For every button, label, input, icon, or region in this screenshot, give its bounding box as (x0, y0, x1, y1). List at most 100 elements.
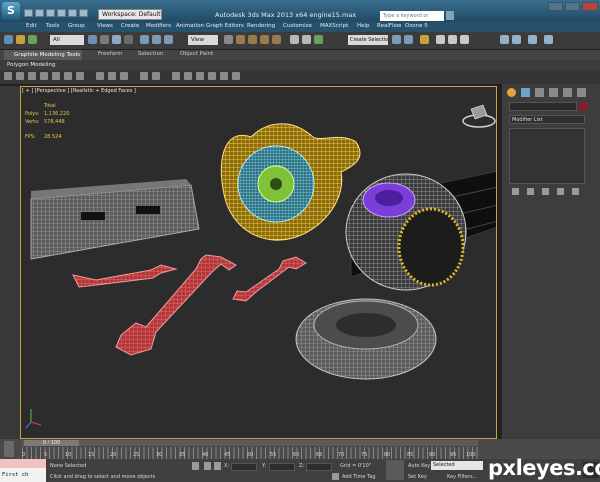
select-by-name-icon[interactable] (100, 35, 109, 44)
ribbon-tool-icon[interactable] (120, 72, 128, 80)
menu-realflow[interactable]: RealFlow (377, 23, 401, 29)
isolate-icon[interactable] (204, 462, 211, 470)
minimize-button[interactable] (548, 2, 563, 11)
move-icon[interactable] (140, 35, 149, 44)
remove-modifier-icon[interactable] (557, 188, 564, 195)
ribbon-tool-icon[interactable] (4, 72, 12, 80)
z-coordinate-field[interactable] (306, 463, 332, 471)
wrench-small[interactable] (72, 264, 178, 288)
time-tag-icon[interactable] (332, 473, 339, 480)
hold-icon[interactable] (79, 9, 88, 17)
selection-set-dropdown[interactable]: Create Selection Se (348, 35, 388, 45)
menu-modifiers[interactable]: Modifiers (146, 23, 171, 29)
y-coordinate-field[interactable] (269, 463, 295, 471)
render-icon[interactable] (528, 35, 537, 44)
x-coordinate-field[interactable] (231, 463, 257, 471)
auto-key-button[interactable]: Auto Key (408, 463, 430, 469)
spinner-snap-icon[interactable] (272, 35, 281, 44)
make-unique-icon[interactable] (542, 188, 549, 195)
modify-tab-icon[interactable] (521, 88, 530, 97)
ribbon-tool-icon[interactable] (64, 72, 72, 80)
menu-group[interactable]: Group (68, 23, 85, 29)
set-key-button[interactable]: Set Key (408, 474, 427, 480)
undo-tool-icon[interactable] (4, 35, 13, 44)
angle-snap-icon[interactable] (248, 35, 257, 44)
ribbon-tool-icon[interactable] (28, 72, 36, 80)
intake-rail-object[interactable] (30, 179, 200, 260)
polygon-modeling-panel[interactable]: Polygon Modeling (0, 60, 600, 70)
tab-selection[interactable]: Selection (138, 51, 163, 57)
shirt-icon[interactable] (172, 72, 180, 80)
turbocharger-object[interactable] (220, 123, 361, 241)
rotate-icon[interactable] (152, 35, 161, 44)
workspace-dropdown[interactable]: Workspace: Default (98, 9, 162, 20)
percent-snap-icon[interactable] (260, 35, 269, 44)
menu-edit[interactable]: Edit (26, 23, 37, 29)
mirror-icon[interactable] (290, 35, 299, 44)
link-icon[interactable] (16, 35, 25, 44)
ribbon-tool-icon[interactable] (16, 72, 24, 80)
configure-sets-icon[interactable] (572, 188, 579, 195)
utilities-tab-icon[interactable] (577, 88, 586, 97)
new-file-icon[interactable] (24, 9, 33, 17)
ribbon-tool-icon[interactable] (52, 72, 60, 80)
absolute-mode-icon[interactable] (214, 462, 221, 470)
menu-views[interactable]: Views (97, 23, 113, 29)
region-select-icon[interactable] (112, 35, 121, 44)
unlink-icon[interactable] (28, 35, 37, 44)
vray-icon[interactable] (500, 35, 509, 44)
window-crossing-icon[interactable] (124, 35, 133, 44)
menu-graph-editors[interactable]: Graph Editors (206, 23, 244, 29)
show-end-result-icon[interactable] (527, 188, 534, 195)
menu-tools[interactable]: Tools (46, 23, 60, 29)
modifier-stack[interactable] (509, 128, 585, 184)
ribbon-tool-icon[interactable] (152, 72, 160, 80)
wrench-medium[interactable] (232, 256, 307, 302)
close-button[interactable] (582, 2, 598, 11)
pin-stack-icon[interactable] (512, 188, 519, 195)
snap-icon[interactable] (236, 35, 245, 44)
set-key-big-icon[interactable] (386, 460, 404, 480)
menu-maxscript[interactable]: MAXScript (320, 23, 348, 29)
object-color-swatch[interactable] (579, 102, 587, 111)
material-editor-icon[interactable] (420, 35, 429, 44)
pulley-object[interactable] (295, 298, 437, 380)
open-file-icon[interactable] (35, 9, 44, 17)
app-logo-icon[interactable]: S (2, 2, 20, 20)
render-frame-icon[interactable] (448, 35, 457, 44)
key-mode-dropdown[interactable]: Selected (431, 461, 483, 470)
ribbon-tool-icon[interactable] (208, 72, 216, 80)
redo-icon[interactable] (68, 9, 77, 17)
menu-create[interactable]: Create (121, 23, 139, 29)
ribbon-tool-icon[interactable] (220, 72, 228, 80)
lock-selection-icon[interactable] (192, 462, 199, 470)
selection-filter-dropdown[interactable]: All (50, 35, 84, 45)
time-slider[interactable]: 0 / 100 (24, 440, 79, 446)
menu-animation[interactable]: Animation (176, 23, 204, 29)
binoculars-icon[interactable] (446, 11, 454, 20)
curve-editor-icon[interactable] (392, 35, 401, 44)
ribbon-tool-icon[interactable] (76, 72, 84, 80)
align-icon[interactable] (302, 35, 311, 44)
ribbon-tool-icon[interactable] (140, 72, 148, 80)
hierarchy-tab-icon[interactable] (535, 88, 544, 97)
ribbon-tool-icon[interactable] (40, 72, 48, 80)
menu-help[interactable]: Help (357, 23, 370, 29)
wrench-large[interactable] (115, 254, 237, 356)
reference-coordinate-dropdown[interactable]: View (188, 35, 218, 45)
pivot-icon[interactable] (224, 35, 233, 44)
search-input[interactable]: Type a keyword or phrase (380, 11, 444, 29)
add-time-tag[interactable]: Add Time Tag (342, 474, 376, 480)
render-setup-icon[interactable] (436, 35, 445, 44)
menu-customize[interactable]: Customize (283, 23, 312, 29)
ribbon-tool-icon[interactable] (184, 72, 192, 80)
menu-ozone[interactable]: Ozone 5 (405, 23, 428, 29)
select-object-icon[interactable] (88, 35, 97, 44)
key-filters-button[interactable]: Key Filters... (447, 474, 477, 480)
object-name-field[interactable] (509, 102, 577, 111)
ribbon-tool-icon[interactable] (108, 72, 116, 80)
perspective-viewport[interactable] (20, 86, 497, 439)
timeline-toggle-icon[interactable] (4, 441, 14, 457)
display-tab-icon[interactable] (563, 88, 572, 97)
ribbon-tool-icon[interactable] (96, 72, 104, 80)
